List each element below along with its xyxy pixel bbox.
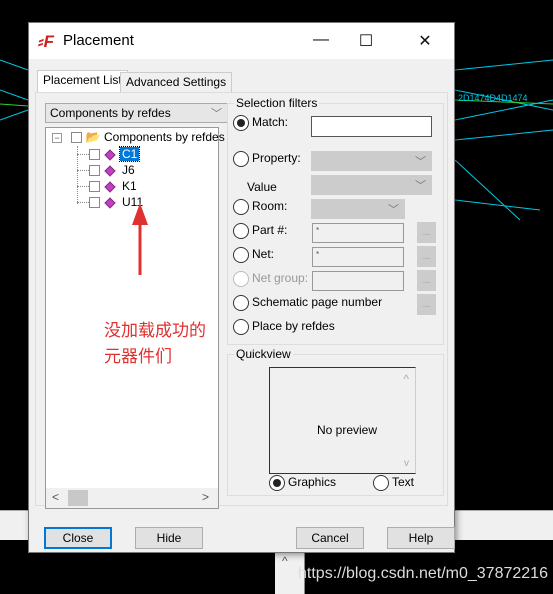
tab-advanced-settings[interactable]: Advanced Settings [120, 72, 233, 92]
component-icon [104, 181, 116, 193]
scroll-down-icon[interactable]: v [404, 458, 409, 469]
match-input[interactable] [311, 116, 432, 137]
tree-item-label: C1 [118, 146, 141, 162]
folder-open-icon: 📂 [85, 130, 101, 144]
title-bar: ⸗F Placement — ☐ ✕ [29, 23, 454, 59]
preview-text: No preview [317, 423, 378, 437]
cancel-button[interactable]: Cancel [296, 527, 364, 549]
net-browse-button[interactable]: ... [417, 246, 436, 267]
part-radio[interactable]: Part #: [233, 223, 287, 239]
scroll-up-icon[interactable]: ^ [403, 372, 409, 386]
chevron-down-icon: ﹀ [211, 108, 222, 120]
red-arrow-annotation [132, 203, 148, 275]
value-dropdown[interactable]: ﹀ [311, 175, 432, 195]
place-by-refdes-radio[interactable]: Place by refdes [233, 319, 335, 335]
part-input[interactable]: * [312, 223, 404, 243]
property-radio[interactable]: Property: [233, 151, 301, 167]
chevron-down-icon: ﹀ [415, 156, 426, 168]
tree-item-label: K1 [122, 179, 137, 193]
room-radio[interactable]: Room: [233, 199, 287, 215]
tree-root-label: Components by refdes [103, 130, 225, 144]
graphics-radio[interactable]: Graphics [269, 475, 336, 491]
horizontal-scrollbar[interactable]: < > [46, 488, 218, 508]
tree-item-label: J6 [122, 163, 135, 177]
scroll-left-icon[interactable]: < [52, 490, 59, 504]
maximize-button[interactable]: ☐ [351, 31, 381, 51]
list-type-dropdown[interactable]: Components by refdes ﹀ [45, 103, 228, 123]
component-icon [104, 149, 116, 161]
group-label: Quickview [234, 347, 293, 361]
net-group-input[interactable] [312, 271, 404, 291]
value-label: Value [247, 180, 277, 194]
annotation-text: 没加载成功的 元器件们 [104, 321, 206, 366]
schematic-browse-button[interactable]: ... [417, 294, 436, 315]
checkbox[interactable] [71, 132, 83, 144]
checkbox[interactable] [89, 149, 100, 161]
room-dropdown[interactable]: ﹀ [311, 199, 405, 219]
group-label: Selection filters [234, 96, 320, 110]
component-icon [104, 197, 116, 209]
help-button[interactable]: Help [387, 527, 455, 549]
text-radio[interactable]: Text [373, 475, 414, 491]
checkbox[interactable] [89, 197, 100, 209]
tab-placement-list[interactable]: Placement List [37, 70, 128, 93]
cad-label: 2D1474D4D1474 [458, 93, 528, 103]
net-input[interactable]: * [312, 247, 404, 267]
component-icon [104, 165, 116, 177]
placement-dialog: ⸗F Placement — ☐ ✕ Placement List Advanc… [28, 22, 455, 553]
hide-button[interactable]: Hide [135, 527, 203, 549]
chevron-down-icon: ﹀ [388, 204, 399, 216]
net-group-radio[interactable]: Net group: [233, 271, 308, 287]
part-browse-button[interactable]: ... [417, 222, 436, 243]
match-radio[interactable]: Match: [233, 115, 288, 131]
watermark: https://blog.csdn.net/m0_37872216 [298, 565, 548, 582]
collapse-icon[interactable]: − [52, 132, 62, 143]
checkbox[interactable] [89, 165, 100, 177]
tree-item[interactable]: C1 [77, 146, 141, 163]
net-group-browse-button[interactable]: ... [417, 270, 436, 291]
window-title: Placement [63, 32, 134, 49]
schematic-page-radio[interactable]: Schematic page number [233, 295, 382, 311]
property-dropdown[interactable]: ﹀ [311, 151, 432, 171]
net-radio[interactable]: Net: [233, 247, 274, 263]
checkbox[interactable] [89, 181, 100, 193]
tree-item[interactable]: J6 [77, 163, 137, 179]
preview-box: No preview ^ v [269, 367, 416, 474]
close-window-button[interactable]: ✕ [410, 31, 440, 51]
scroll-right-icon[interactable]: > [202, 490, 209, 504]
tree-root[interactable]: − 📂 Components by refdes [52, 130, 225, 146]
tree-item[interactable]: K1 [77, 179, 139, 195]
allegro-logo-icon: ⸗F [38, 32, 55, 51]
chevron-down-icon: ﹀ [415, 180, 426, 192]
scroll-thumb[interactable] [68, 490, 88, 506]
close-button[interactable]: Close [44, 527, 112, 549]
minimize-button[interactable]: — [306, 31, 336, 49]
list-type-value: Components by refdes [50, 106, 171, 120]
